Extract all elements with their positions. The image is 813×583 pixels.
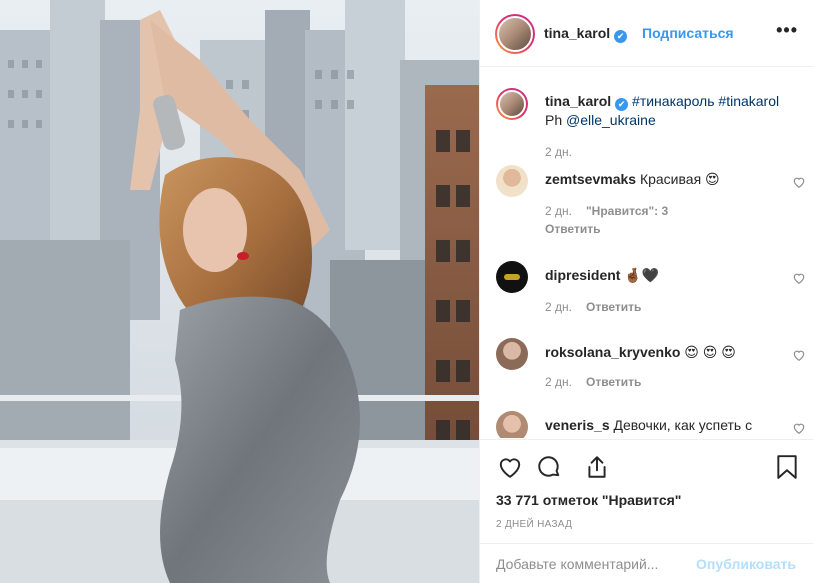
comment-item: veneris_s Девочки, как успеть с [496, 411, 806, 438]
comment-like-icon[interactable] [792, 175, 806, 189]
post-side-panel: tina_karol ✔ Подписаться ••• tina_karol ✔ … [479, 0, 813, 583]
reply-button[interactable]: Ответить [586, 300, 641, 314]
post-header: tina_karol ✔ Подписаться ••• [480, 0, 813, 67]
caption-username[interactable]: tina_karol [545, 93, 611, 109]
comment-username[interactable]: veneris_s [545, 417, 610, 433]
comment-likes[interactable]: "Нравится": 3 [586, 204, 668, 218]
caption-text: tina_karol ✔ #тинакароль #tinakarol Ph @e… [545, 92, 795, 129]
caption-mention[interactable]: @elle_ukraine [566, 112, 656, 128]
comment-meta: 2 дн. Ответить [545, 300, 655, 314]
comment-time[interactable]: 2 дн. [545, 204, 572, 218]
follow-button[interactable]: Подписаться [642, 25, 734, 41]
caption-meta: 2 дн. [545, 145, 586, 159]
author-username[interactable]: tina_karol [544, 25, 610, 41]
photo-illustration [0, 0, 479, 583]
comment-item: zemtsevmaks Красивая 😍 2 дн. "Нравится": … [496, 165, 806, 236]
comment-meta: 2 дн. "Нравится": 3 [545, 204, 682, 218]
commenter-avatar[interactable] [496, 338, 528, 370]
add-comment-bar: Опубликовать [480, 543, 813, 583]
commenter-avatar[interactable] [496, 261, 528, 293]
comment-body: 🤞🏾🖤 [624, 267, 660, 283]
comment-text: veneris_s Девочки, как успеть с [545, 416, 785, 434]
caption-ph: Ph [545, 112, 567, 128]
comment-username[interactable]: dipresident [545, 267, 620, 283]
comment-like-icon[interactable] [792, 421, 806, 435]
comment-input[interactable] [496, 556, 686, 572]
more-icon[interactable]: ••• [776, 20, 798, 41]
comments-list[interactable]: tina_karol ✔ #тинакароль #tinakarol Ph @e… [480, 68, 813, 438]
avatar-logo [504, 274, 520, 280]
heart-icon[interactable] [497, 454, 523, 480]
bookmark-icon[interactable] [776, 454, 798, 480]
commenter-avatar[interactable] [496, 411, 528, 438]
post-caption: tina_karol ✔ #тинакароль #tinakarol Ph @e… [496, 88, 806, 168]
verified-icon: ✔ [615, 98, 629, 111]
post-date[interactable]: 2 ДНЕЙ НАЗАД [496, 519, 572, 530]
comment-username[interactable]: zemtsevmaks [545, 171, 636, 187]
comment-item: roksolana_kryvenko 😍 😍 😍 2 дн. Ответить [496, 338, 806, 393]
likes-count[interactable]: 33 771 отметок "Нравится" [496, 492, 681, 508]
comment-meta: 2 дн. Ответить [545, 375, 655, 389]
verified-icon: ✔ [614, 30, 628, 43]
comment-text: roksolana_kryvenko 😍 😍 😍 [545, 343, 785, 361]
instagram-post: tina_karol ✔ Подписаться ••• tina_karol ✔ … [0, 0, 813, 583]
reply-button[interactable]: Ответить [545, 222, 600, 236]
comment-text: zemtsevmaks Красивая 😍 [545, 170, 785, 188]
comment-time[interactable]: 2 дн. [545, 375, 572, 389]
reply-button[interactable]: Ответить [586, 375, 641, 389]
comment-body: Девочки, как успеть с [613, 417, 753, 433]
comment-body: 😍 😍 😍 [684, 344, 736, 360]
author-avatar[interactable] [495, 14, 535, 54]
comment-body: Красивая 😍 [639, 171, 720, 187]
author-name-row: tina_karol ✔ [544, 25, 628, 43]
comment-like-icon[interactable] [792, 348, 806, 362]
comment-username[interactable]: roksolana_kryvenko [545, 344, 680, 360]
publish-button[interactable]: Опубликовать [696, 556, 796, 572]
comment-text: dipresident 🤞🏾🖤 [545, 266, 785, 284]
commenter-avatar[interactable] [496, 165, 528, 197]
post-photo[interactable] [0, 0, 479, 583]
comment-like-icon[interactable] [792, 271, 806, 285]
post-actions: 33 771 отметок "Нравится" 2 ДНЕЙ НАЗАД О… [480, 439, 813, 583]
caption-avatar[interactable] [496, 88, 528, 120]
caption-time[interactable]: 2 дн. [545, 145, 572, 159]
comment-item: dipresident 🤞🏾🖤 2 дн. Ответить [496, 261, 806, 316]
share-icon[interactable] [584, 454, 610, 480]
comment-time[interactable]: 2 дн. [545, 300, 572, 314]
comment-icon[interactable] [536, 454, 562, 480]
caption-hashtags[interactable]: #тинакароль #tinakarol [632, 93, 779, 109]
